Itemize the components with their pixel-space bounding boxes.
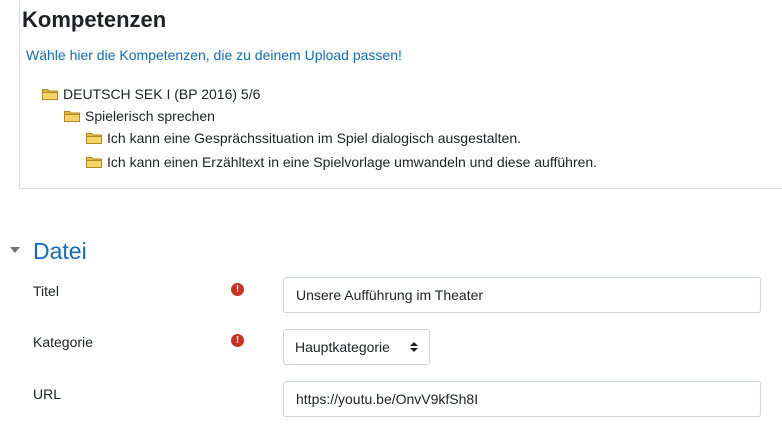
tree-item-erzaehltext[interactable]: Ich kann einen Erzähltext in eine Spielv… (86, 154, 597, 170)
tree-item-spielerisch[interactable]: Spielerisch sprechen (64, 108, 215, 124)
titel-label: Titel (33, 283, 59, 299)
tree-item-label: Ich kann eine Gesprächssituation im Spie… (107, 130, 522, 146)
tree-item-label: Spielerisch sprechen (85, 108, 215, 124)
kategorie-select[interactable]: Hauptkategorie (283, 329, 430, 365)
kompetenzen-heading: Kompetenzen (22, 7, 167, 32)
kompetenzen-hint: Wähle hier die Kompetenzen, die zu deine… (26, 47, 402, 63)
updown-arrows-icon (410, 342, 418, 352)
folder-icon (42, 89, 58, 100)
tree-item-deutsch[interactable]: DEUTSCH SEK I (BP 2016) 5/6 (42, 86, 260, 102)
kompetenzen-panel: Kompetenzen Wähle hier die Kompetenzen, … (19, 0, 782, 189)
exclamation-circle-icon: ! (231, 283, 244, 296)
caret-down-icon[interactable] (10, 247, 20, 253)
folder-icon (64, 111, 80, 122)
tree-item-label: Ich kann einen Erzähltext in eine Spielv… (107, 154, 598, 170)
folder-icon (86, 157, 102, 168)
exclamation-circle-icon: ! (231, 334, 244, 347)
tree-item-label: DEUTSCH SEK I (BP 2016) 5/6 (63, 86, 261, 102)
folder-icon (86, 133, 102, 144)
url-input[interactable] (283, 381, 761, 417)
kategorie-label: Kategorie (33, 334, 93, 350)
tree-item-gespraech[interactable]: Ich kann eine Gesprächssituation im Spie… (86, 130, 521, 146)
section-title-datei[interactable]: Datei (33, 238, 87, 265)
kategorie-selected-value: Hauptkategorie (295, 339, 390, 355)
titel-input[interactable] (283, 277, 761, 313)
url-label: URL (33, 386, 62, 402)
